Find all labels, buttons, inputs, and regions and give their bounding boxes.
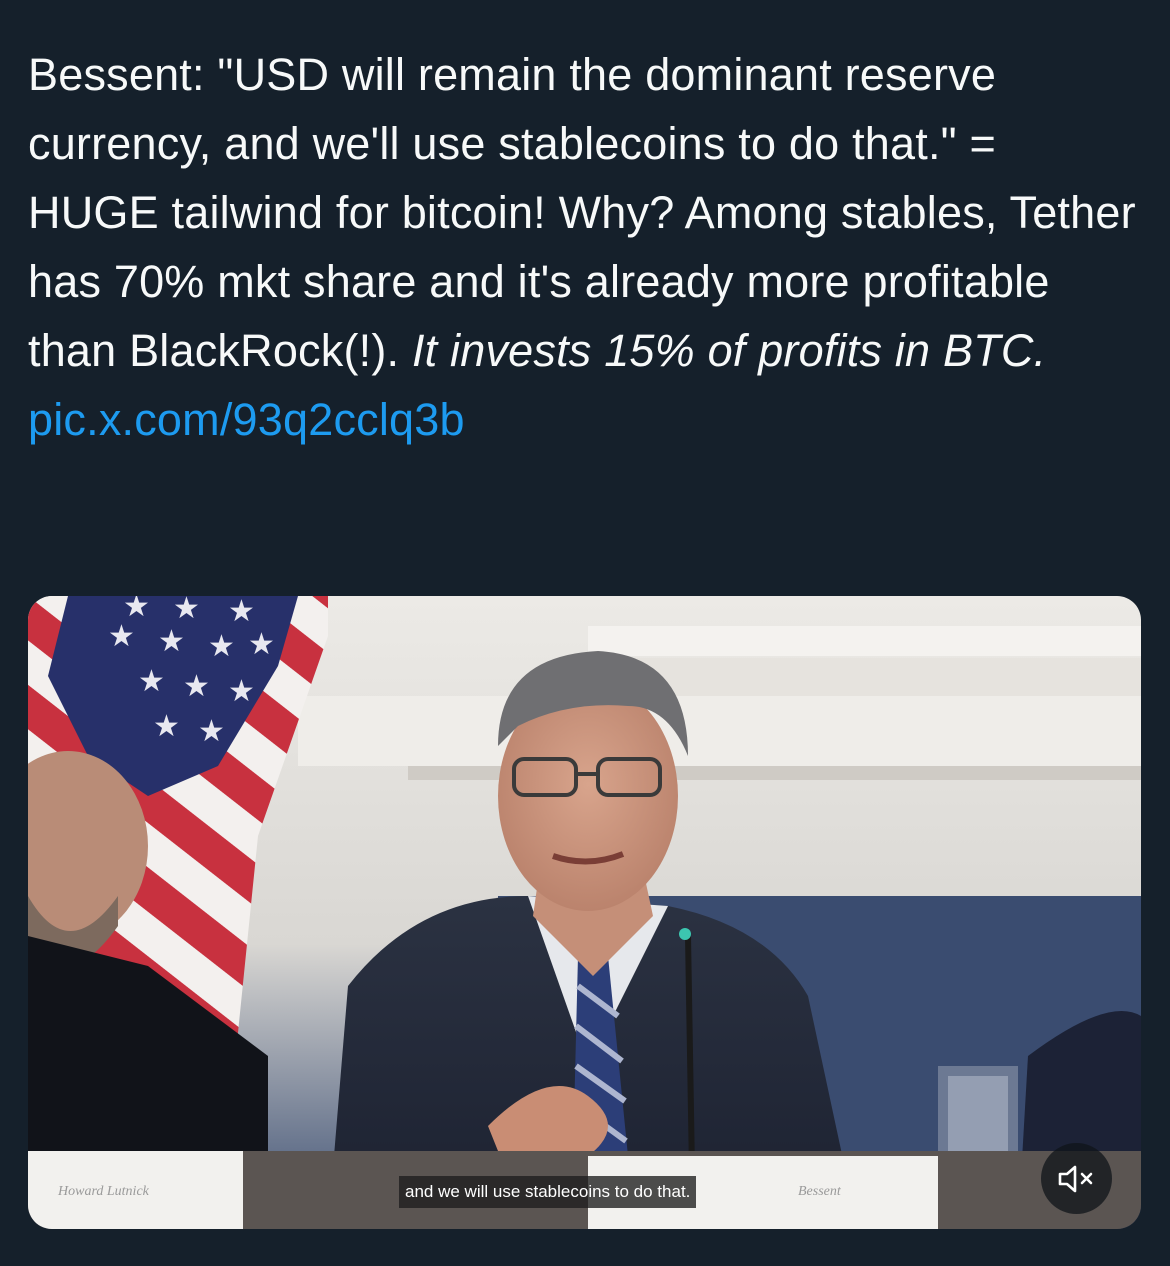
tweet-text-italic: It invests 15% of profits in BTC.: [411, 325, 1047, 376]
svg-text:★: ★: [108, 619, 135, 654]
video-caption: and we will use stablecoins to do that.: [399, 1176, 697, 1208]
tweet-media-link[interactable]: pic.x.com/93q2cclq3b: [28, 394, 465, 445]
speaker-muted-icon: [1058, 1165, 1092, 1192]
svg-text:★: ★: [158, 624, 185, 659]
svg-text:★: ★: [198, 714, 225, 749]
svg-text:★: ★: [228, 596, 255, 629]
svg-text:★: ★: [228, 674, 255, 709]
mute-button[interactable]: [1041, 1143, 1112, 1214]
svg-text:★: ★: [153, 709, 180, 744]
svg-text:★: ★: [173, 596, 200, 626]
svg-text:★: ★: [138, 664, 165, 699]
tweet-text: Bessent: "USD will remain the dominant r…: [28, 40, 1138, 454]
svg-text:★: ★: [183, 669, 210, 704]
nameplate-right: Bessent: [798, 1184, 841, 1199]
svg-text:★: ★: [123, 596, 150, 624]
video-frame: ★ ★ ★ ★ ★ ★ ★ ★ ★★ ★ ★: [28, 596, 1141, 1229]
nameplate-left: Howard Lutnick: [58, 1184, 149, 1199]
svg-text:★: ★: [248, 627, 275, 662]
svg-text:★: ★: [208, 629, 235, 664]
video-player[interactable]: ★ ★ ★ ★ ★ ★ ★ ★ ★ ★ ★ ★ Howard Lutnick B…: [28, 596, 1141, 1229]
